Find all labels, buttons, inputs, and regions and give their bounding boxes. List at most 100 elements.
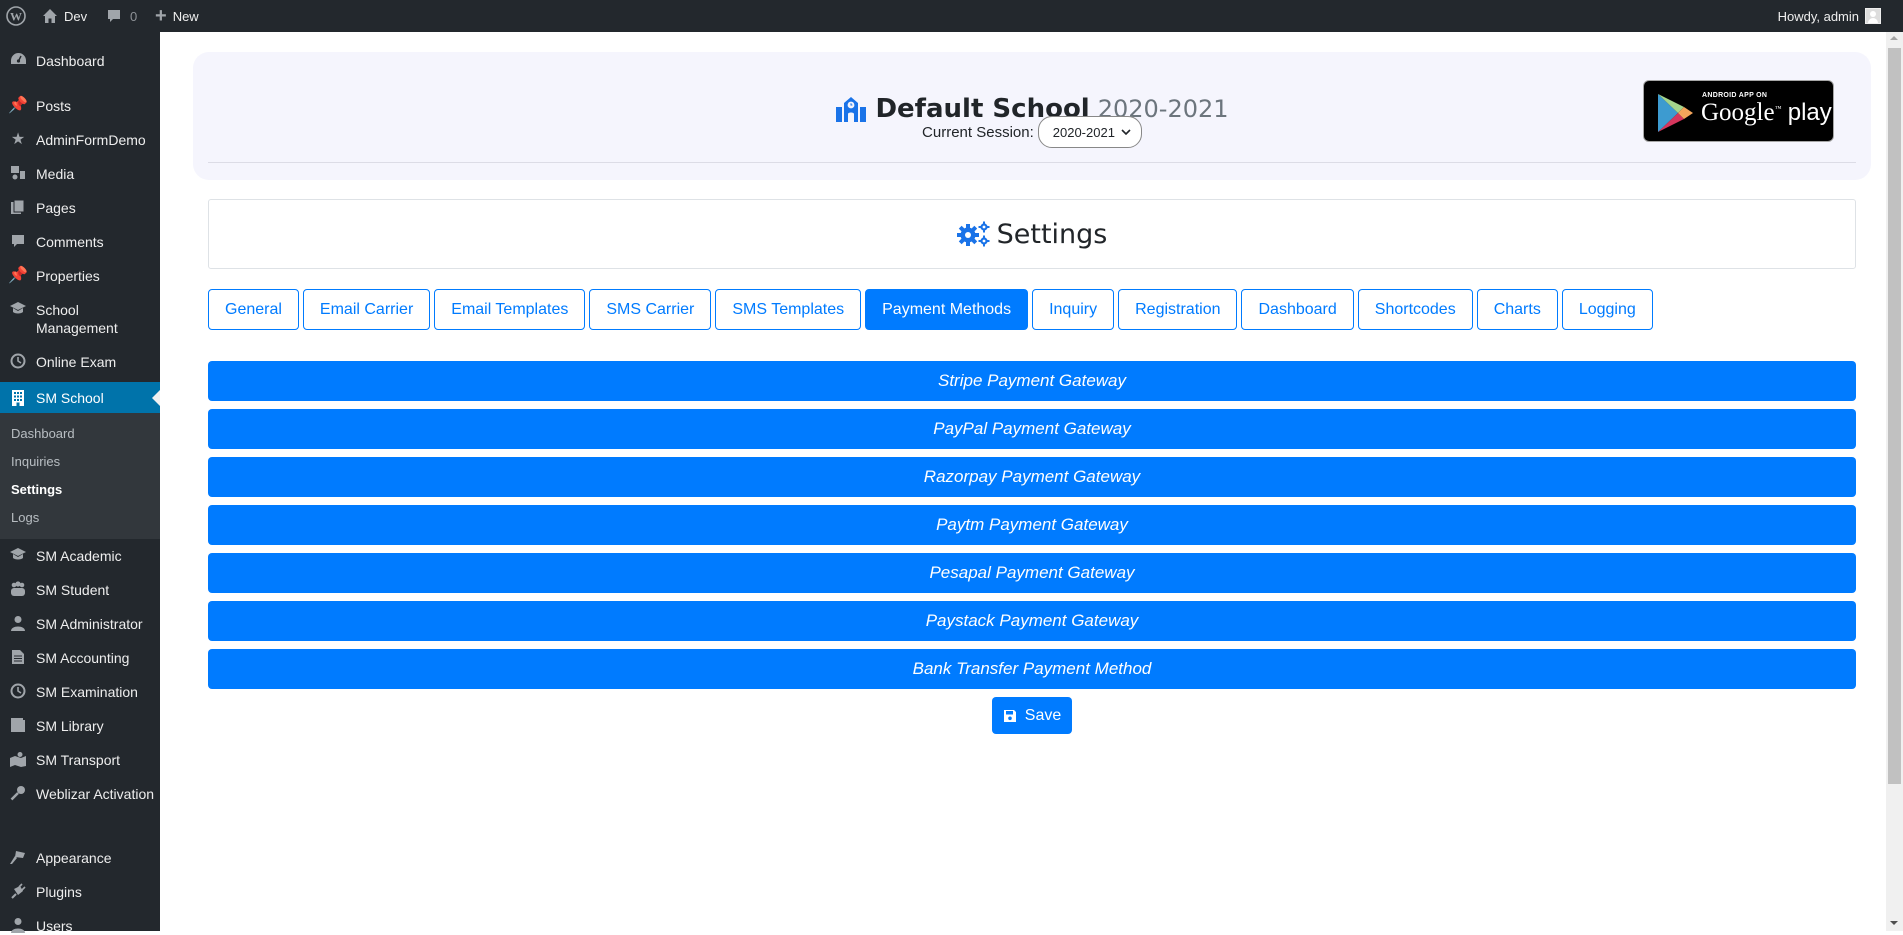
new-label: New xyxy=(172,8,199,24)
sidebar-item-adminformdemo[interactable]: ★ AdminFormDemo xyxy=(0,131,160,149)
map-icon xyxy=(0,751,36,767)
razorpay-gateway-toggle[interactable]: Razorpay Payment Gateway xyxy=(208,457,1856,497)
sidebar-item-sm-accounting[interactable]: SM Accounting xyxy=(0,649,160,667)
pin-icon: 📌 xyxy=(8,267,28,284)
sidebar-item-school-management[interactable]: School Management xyxy=(0,301,160,337)
sidebar-item-sm-transport[interactable]: SM Transport xyxy=(0,751,160,769)
sidebar-item-pages[interactable]: Pages xyxy=(0,199,160,217)
tab-inquiry[interactable]: Inquiry xyxy=(1032,289,1115,330)
submenu-item-dashboard[interactable]: Dashboard xyxy=(11,426,75,442)
school-header-card: Default School 2020-2021 Current Session… xyxy=(193,52,1871,180)
tab-sms-templates[interactable]: SMS Templates xyxy=(715,289,862,330)
avatar xyxy=(1865,8,1881,24)
page-title: Settings xyxy=(956,219,1107,250)
sm-school-submenu: Dashboard Inquiries Settings Logs xyxy=(0,413,160,539)
key-icon xyxy=(0,785,36,801)
sidebar-item-users[interactable]: Users xyxy=(0,917,160,935)
svg-text:W: W xyxy=(10,10,22,24)
tab-email-templates[interactable]: Email Templates xyxy=(434,289,586,330)
payment-gateways-list: Stripe Payment Gateway PayPal Payment Ga… xyxy=(208,361,1856,697)
scroll-thumb[interactable] xyxy=(1888,48,1901,784)
google-play-icon xyxy=(1658,94,1693,132)
floppy-disk-icon xyxy=(1003,709,1017,723)
comment-icon xyxy=(0,233,36,249)
header-divider xyxy=(208,162,1856,163)
paypal-gateway-toggle[interactable]: PayPal Payment Gateway xyxy=(208,409,1856,449)
graduation-cap-icon xyxy=(0,301,36,315)
scroll-up-arrow-icon[interactable] xyxy=(1890,36,1898,40)
wordpress-logo-button[interactable]: W xyxy=(6,0,26,32)
session-selected-value: 2020-2021 xyxy=(1052,124,1115,140)
wordpress-logo-icon: W xyxy=(6,6,26,26)
badge-small-text: ANDROID APP ON xyxy=(1702,92,1768,99)
sidebar-item-appearance[interactable]: Appearance xyxy=(0,849,160,867)
new-content-link[interactable]: + New xyxy=(155,0,199,32)
submenu-item-logs[interactable]: Logs xyxy=(11,510,39,526)
sidebar-item-online-exam[interactable]: Online Exam xyxy=(0,353,160,371)
tab-general[interactable]: General xyxy=(208,289,299,330)
settings-tabs: General Email Carrier Email Templates SM… xyxy=(208,289,1653,330)
site-name-link[interactable]: Dev xyxy=(42,0,87,32)
admin-sidebar: Dashboard 📌 Posts ★ AdminFormDemo Media … xyxy=(0,32,160,934)
sidebar-item-sm-examination[interactable]: SM Examination xyxy=(0,683,160,701)
clock-icon xyxy=(0,353,36,369)
tab-shortcodes[interactable]: Shortcodes xyxy=(1357,289,1473,330)
sidebar-item-properties[interactable]: 📌 Properties xyxy=(0,267,160,285)
sidebar-item-sm-administrator[interactable]: SM Administrator xyxy=(0,615,160,633)
main-content: Default School 2020-2021 Current Session… xyxy=(160,32,1886,931)
tab-logging[interactable]: Logging xyxy=(1561,289,1653,330)
submenu-item-inquiries[interactable]: Inquiries xyxy=(11,454,60,470)
sidebar-item-comments[interactable]: Comments xyxy=(0,233,160,251)
badge-big-text: Google™ play xyxy=(1701,99,1832,126)
brush-icon xyxy=(0,849,36,865)
dashboard-icon xyxy=(0,52,36,67)
plus-icon: + xyxy=(155,4,167,27)
gears-icon xyxy=(956,220,991,248)
bank-transfer-toggle[interactable]: Bank Transfer Payment Method xyxy=(208,649,1856,689)
session-select[interactable]: 2020-2021 xyxy=(1037,116,1142,148)
session-row: Current Session: 2020-2021 xyxy=(193,116,1871,148)
paystack-gateway-toggle[interactable]: Paystack Payment Gateway xyxy=(208,601,1856,641)
media-icon xyxy=(0,165,36,181)
admin-bar: W Dev 0 + New Howdy, admin xyxy=(0,0,1903,32)
sidebar-item-plugins[interactable]: Plugins xyxy=(0,883,160,901)
sidebar-item-sm-school[interactable]: SM School xyxy=(0,382,160,413)
paytm-gateway-toggle[interactable]: Paytm Payment Gateway xyxy=(208,505,1856,545)
sidebar-item-posts[interactable]: 📌 Posts xyxy=(0,97,160,115)
stripe-gateway-toggle[interactable]: Stripe Payment Gateway xyxy=(208,361,1856,401)
greeting: Howdy, admin xyxy=(1777,8,1859,24)
sidebar-item-dashboard[interactable]: Dashboard xyxy=(0,52,160,70)
chevron-down-icon xyxy=(1121,129,1131,135)
my-account-link[interactable]: Howdy, admin xyxy=(1778,0,1881,32)
sidebar-item-media[interactable]: Media xyxy=(0,165,160,183)
scroll-down-arrow-icon[interactable] xyxy=(1890,921,1898,925)
active-indicator xyxy=(152,389,160,406)
tab-dashboard[interactable]: Dashboard xyxy=(1241,289,1354,330)
settings-header: Settings xyxy=(208,199,1856,269)
site-name: Dev xyxy=(64,8,88,24)
tab-charts[interactable]: Charts xyxy=(1476,289,1558,330)
google-play-badge[interactable]: ANDROID APP ON Google™ play xyxy=(1643,80,1834,142)
user-icon xyxy=(0,615,36,631)
graduation-cap-icon xyxy=(0,547,36,561)
tab-payment-methods[interactable]: Payment Methods xyxy=(865,289,1029,330)
comments-link[interactable]: 0 xyxy=(106,0,137,32)
submenu-item-settings[interactable]: Settings xyxy=(11,482,62,498)
sidebar-item-sm-academic[interactable]: SM Academic xyxy=(0,547,160,565)
pin-icon: 📌 xyxy=(8,97,28,114)
home-icon xyxy=(42,8,58,24)
document-icon xyxy=(0,649,36,665)
page-scrollbar[interactable] xyxy=(1886,32,1903,931)
building-icon xyxy=(0,389,36,406)
save-button[interactable]: Save xyxy=(992,697,1072,734)
sidebar-item-sm-library[interactable]: SM Library xyxy=(0,717,160,735)
pages-icon xyxy=(0,199,36,215)
clock-icon xyxy=(0,683,36,699)
sidebar-item-sm-student[interactable]: SM Student xyxy=(0,581,160,599)
tab-sms-carrier[interactable]: SMS Carrier xyxy=(589,289,712,330)
tab-registration[interactable]: Registration xyxy=(1118,289,1238,330)
sidebar-item-weblizar-activation[interactable]: Weblizar Activation xyxy=(0,785,160,803)
tab-email-carrier[interactable]: Email Carrier xyxy=(302,289,431,330)
users-icon xyxy=(0,581,36,596)
pesapal-gateway-toggle[interactable]: Pesapal Payment Gateway xyxy=(208,553,1856,593)
